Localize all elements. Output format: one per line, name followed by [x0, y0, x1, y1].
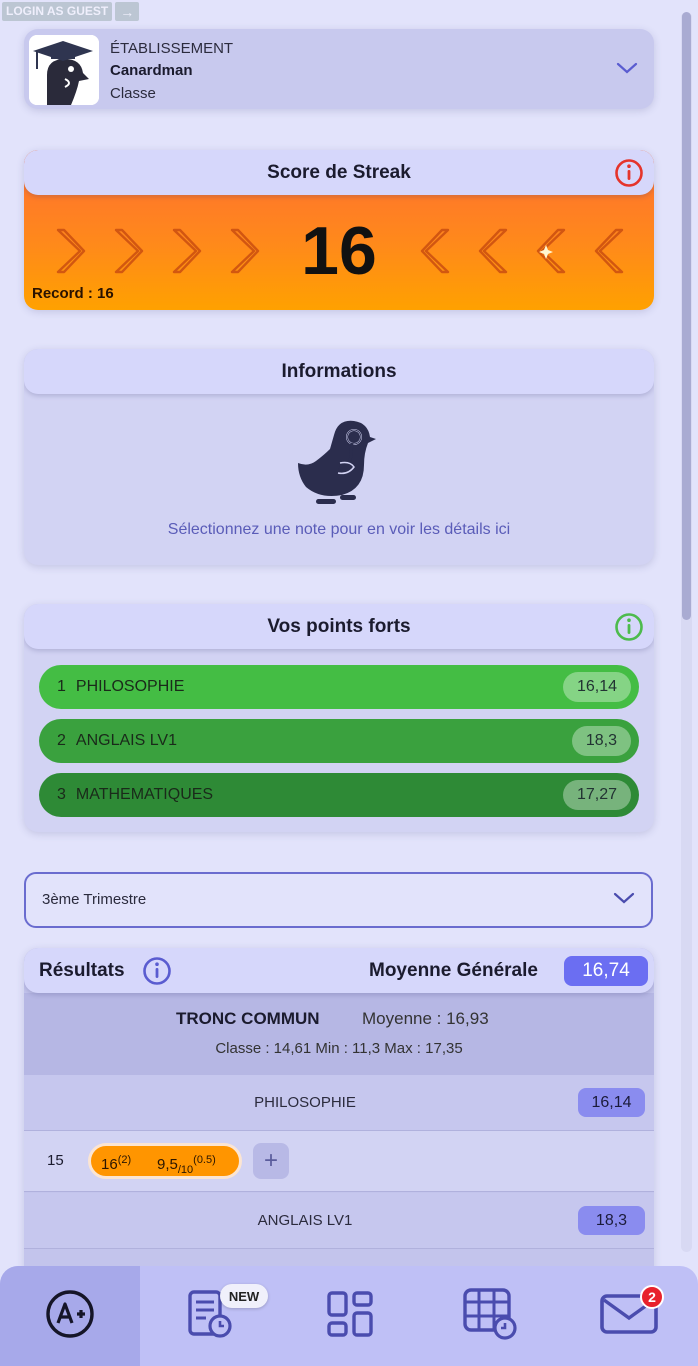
informations-card: Informations Sélectionnez une note pour …: [24, 349, 654, 565]
school-logo: [29, 35, 99, 105]
unread-count-badge: 2: [640, 1285, 664, 1309]
nav-dashboard[interactable]: [280, 1266, 420, 1366]
grade-item[interactable]: 9,5/10(0.5): [157, 1154, 216, 1176]
strength-value: 17,27: [562, 780, 631, 810]
period-selected: 3ème Trimestre: [42, 891, 147, 908]
subject-average: 16,14: [578, 1088, 645, 1117]
strength-item[interactable]: 1 PHILOSOPHIE 16,14: [39, 665, 639, 709]
strength-subject: PHILOSOPHIE: [75, 678, 185, 695]
strength-value: 18,3: [571, 726, 631, 756]
subject-name: ANGLAIS LV1: [257, 1212, 353, 1229]
dashboard-icon: [324, 1288, 376, 1345]
timetable-icon: [461, 1286, 519, 1347]
strength-rank: 3: [57, 786, 66, 803]
results-header: Résultats Moyenne Générale 16,74: [24, 948, 654, 993]
strengths-title: Vos points forts: [267, 615, 411, 637]
scrollbar-thumb[interactable]: [682, 12, 691, 620]
nav-messages[interactable]: [560, 1266, 698, 1366]
grades-icon: [44, 1288, 96, 1345]
subject-name: PHILOSOPHIE: [254, 1094, 356, 1111]
chevron-down-icon[interactable]: [616, 61, 638, 80]
bottom-nav: [0, 1266, 698, 1366]
strength-item[interactable]: 2 ANGLAIS LV1 18,3: [39, 719, 639, 763]
strength-rank: 2: [57, 732, 66, 749]
subject-average: 18,3: [578, 1206, 645, 1235]
info-icon[interactable]: [142, 956, 172, 991]
info-icon[interactable]: [614, 158, 644, 194]
group-name: TRONC COMMUN: [176, 1009, 320, 1028]
strength-item[interactable]: 3 MATHEMATIQUES 17,27: [39, 773, 639, 817]
period-select[interactable]: 3ème Trimestre: [24, 872, 653, 928]
new-badge: NEW: [220, 1284, 268, 1308]
informations-header: Informations: [24, 349, 654, 394]
arrow-right-icon[interactable]: →: [115, 2, 140, 21]
nav-homework[interactable]: [140, 1266, 280, 1366]
grade-item[interactable]: 16(2): [101, 1154, 131, 1173]
scrollbar[interactable]: [681, 12, 692, 1252]
subject-row[interactable]: PHILOSOPHIE 16,14: [24, 1075, 654, 1131]
grade-pill[interactable]: 16(2) 9,5/10(0.5): [88, 1143, 242, 1179]
group-average: Moyenne : 16,93: [362, 1009, 489, 1028]
informations-title: Informations: [281, 360, 397, 382]
guest-login-bar: LOGIN AS GUEST →: [2, 2, 140, 21]
grade-row-value: 15: [47, 1152, 64, 1169]
general-average-label: Moyenne Générale: [369, 960, 538, 981]
streak-header: Score de Streak: [24, 150, 654, 195]
strengths-card: Vos points forts 1 PHILOSOPHIE 16,14 2 A…: [24, 604, 654, 832]
strength-value: 16,14: [562, 672, 631, 702]
streak-record: Record : 16: [32, 285, 114, 302]
login-as-guest-button[interactable]: LOGIN AS GUEST: [2, 2, 113, 21]
grades-row: 15 16(2) 9,5/10(0.5) +: [24, 1131, 654, 1192]
school-label: ÉTABLISSEMENT: [110, 40, 234, 57]
add-grade-button[interactable]: +: [253, 1143, 289, 1179]
school-name: Canardman: [110, 62, 193, 79]
school-selector[interactable]: ÉTABLISSEMENT Canardman Classe: [24, 29, 654, 109]
nav-grades[interactable]: [0, 1266, 140, 1366]
subject-row[interactable]: ANGLAIS LV1 18,3: [24, 1193, 654, 1249]
informations-hint: Sélectionnez une note pour en voir les d…: [167, 521, 511, 538]
nav-timetable[interactable]: [420, 1266, 560, 1366]
general-average-value: 16,74: [564, 956, 648, 986]
chevron-down-icon[interactable]: [613, 891, 635, 910]
strength-rank: 1: [57, 678, 66, 695]
strength-subject: ANGLAIS LV1: [75, 732, 177, 749]
strength-subject: MATHEMATIQUES: [75, 786, 214, 803]
streak-title: Score de Streak: [267, 161, 411, 183]
info-icon[interactable]: [614, 612, 644, 648]
duck-magnifier-icon: [294, 415, 380, 514]
strengths-header: Vos points forts: [24, 604, 654, 649]
subject-group: TRONC COMMUN Moyenne : 16,93 Classe : 14…: [24, 993, 654, 1075]
results-title: Résultats: [39, 960, 125, 981]
group-stats: Classe : 14,61 Min : 11,3 Max : 17,35: [215, 1040, 463, 1057]
streak-card: Score de Streak 16 Record : 16: [24, 150, 654, 310]
class-label: Classe: [110, 85, 156, 102]
streak-arrows-right: [420, 228, 652, 279]
results-card: Résultats Moyenne Générale 16,74 TRONC C…: [24, 948, 654, 1288]
